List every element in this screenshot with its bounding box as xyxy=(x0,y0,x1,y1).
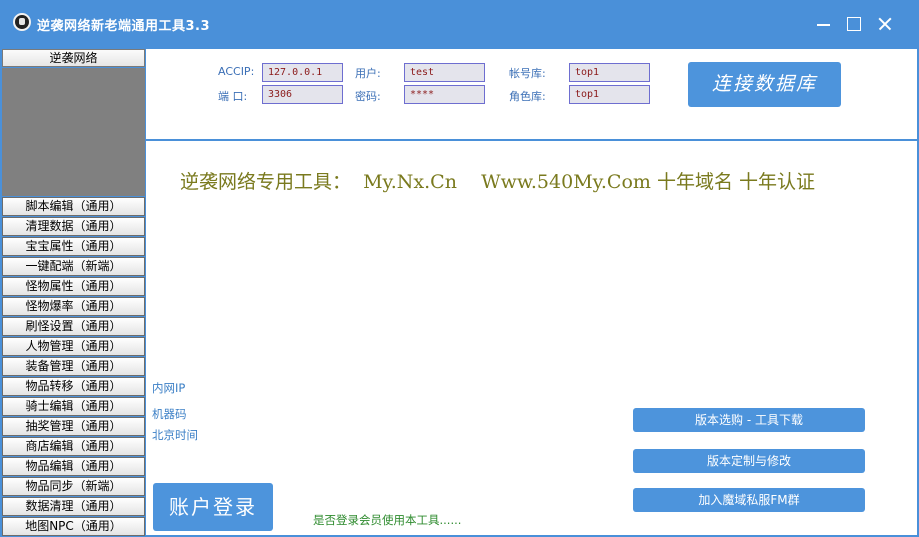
menu-item-transfer-button[interactable]: 物品转移（通用） xyxy=(2,377,145,396)
menu-map-npc-button[interactable]: 地图NPC（通用） xyxy=(2,517,145,536)
title-bar: 逆袭网络新老端通用工具3.3 xyxy=(0,0,919,48)
sidebar: 逆袭网络 脚本编辑（通用） 清理数据（通用） 宝宝属性（通用） 一键配端（新端）… xyxy=(0,48,146,537)
menu-one-click-config-button[interactable]: 一键配端（新端） xyxy=(2,257,145,276)
sidebar-image-placeholder xyxy=(2,68,145,196)
menu-script-edit-button[interactable]: 脚本编辑（通用） xyxy=(2,197,145,216)
window-title: 逆袭网络新老端通用工具3.3 xyxy=(37,19,211,34)
sidebar-header: 逆袭网络 xyxy=(2,49,145,67)
account-login-button[interactable]: 账户登录 xyxy=(153,483,273,531)
machine-code-label: 机器码 xyxy=(152,407,187,421)
port-label: 端 口: xyxy=(218,90,248,103)
accip-label: ACCIP: xyxy=(218,65,255,78)
custom-version-button[interactable]: 版本定制与修改 xyxy=(633,449,865,473)
menu-monster-drop-rate-button[interactable]: 怪物爆率（通用） xyxy=(2,297,145,316)
db-connection-panel: ACCIP: 端 口: 用户: 密码: 帐号库: 角色库: 连接数据库 xyxy=(146,49,917,139)
beijing-time-label: 北京时间 xyxy=(152,428,198,442)
menu-shop-edit-button[interactable]: 商店编辑（通用） xyxy=(2,437,145,456)
menu-item-edit-button[interactable]: 物品编辑（通用） xyxy=(2,457,145,476)
account-db-field[interactable] xyxy=(569,63,650,82)
app-logo-icon xyxy=(13,13,31,31)
menu-item-sync-button[interactable]: 物品同步（新端） xyxy=(2,477,145,496)
menu-data-cleanup-button[interactable]: 数据清理（通用） xyxy=(2,497,145,516)
menu-equipment-manage-button[interactable]: 装备管理（通用） xyxy=(2,357,145,376)
version-purchase-button[interactable]: 版本选购 - 工具下载 xyxy=(633,408,865,432)
connect-database-button[interactable]: 连接数据库 xyxy=(688,62,841,107)
user-label: 用户: xyxy=(355,67,381,80)
main-panel: 逆袭网络专用工具： My.Nx.Cn Www.540My.Com 十年域名 十年… xyxy=(146,141,917,535)
minimize-icon[interactable] xyxy=(812,12,836,36)
password-field[interactable] xyxy=(404,85,485,104)
user-field[interactable] xyxy=(404,63,485,82)
menu-knight-edit-button[interactable]: 骑士编辑（通用） xyxy=(2,397,145,416)
port-field[interactable] xyxy=(262,85,343,104)
join-group-button[interactable]: 加入魔域私服FM群 xyxy=(633,488,865,512)
menu-lottery-manage-button[interactable]: 抽奖管理（通用） xyxy=(2,417,145,436)
close-icon[interactable] xyxy=(873,12,897,36)
menu-pet-attributes-button[interactable]: 宝宝属性（通用） xyxy=(2,237,145,256)
role-db-field[interactable] xyxy=(569,85,650,104)
maximize-icon[interactable] xyxy=(842,12,866,36)
role-db-label: 角色库: xyxy=(509,90,546,103)
menu-monster-attributes-button[interactable]: 怪物属性（通用） xyxy=(2,277,145,296)
menu-character-manage-button[interactable]: 人物管理（通用） xyxy=(2,337,145,356)
menu-spawn-settings-button[interactable]: 刷怪设置（通用） xyxy=(2,317,145,336)
banner-text: 逆袭网络专用工具： My.Nx.Cn Www.540My.Com 十年域名 十年… xyxy=(180,171,815,193)
menu-clear-data-button[interactable]: 清理数据（通用） xyxy=(2,217,145,236)
account-db-label: 帐号库: xyxy=(509,67,546,80)
intranet-ip-label: 内网IP xyxy=(152,381,186,395)
login-hint-text: 是否登录会员使用本工具...... xyxy=(313,513,462,527)
accip-field[interactable] xyxy=(262,63,343,82)
password-label: 密码: xyxy=(355,90,381,103)
